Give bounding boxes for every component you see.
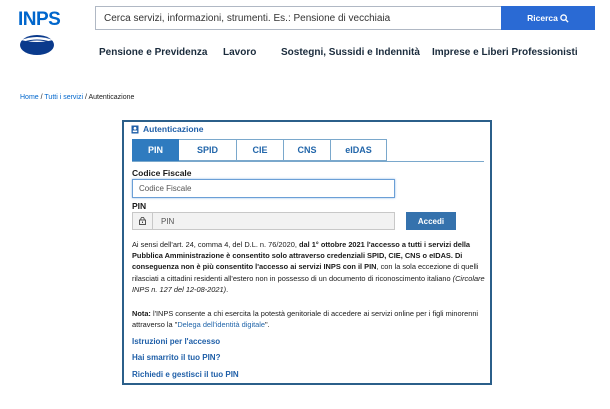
tab-pin[interactable]: PIN	[132, 139, 179, 161]
main-nav: Pensione e Previdenza Lavoro Sostegni, S…	[0, 47, 610, 61]
auth-panel: Autenticazione PIN SPID CIE CNS eIDAS Co…	[122, 120, 492, 385]
pin-icon-box	[132, 212, 152, 230]
search-button[interactable]: Ricerca	[501, 6, 595, 30]
smarrito-pin-link[interactable]: Hai smarrito il tuo PIN?	[132, 353, 220, 362]
note-end: ".	[265, 320, 270, 330]
nav-item-lavoro[interactable]: Lavoro	[223, 47, 256, 58]
logo-text: INPS	[18, 9, 61, 30]
note-paragraph: Nota: l'INPS consente a chi esercita la …	[132, 308, 486, 330]
search-bar: Ricerca	[95, 6, 595, 30]
breadcrumb: Home / Tutti i servizi / Autenticazione	[20, 94, 134, 101]
lock-icon	[139, 217, 146, 225]
tab-cie[interactable]: CIE	[237, 139, 284, 161]
tabs-divider	[132, 161, 484, 162]
nav-item-pensione[interactable]: Pensione e Previdenza	[99, 47, 207, 58]
nav-item-sostegni[interactable]: Sostegni, Sussidi e Indennità	[281, 47, 420, 58]
auth-tabs: PIN SPID CIE CNS eIDAS	[132, 139, 387, 161]
tab-cns[interactable]: CNS	[284, 139, 331, 161]
richiedi-pin-link[interactable]: Richiedi e gestisci il tuo PIN	[132, 370, 239, 379]
note-label: Nota:	[132, 309, 151, 318]
delega-link[interactable]: Delega dell'identità digitale	[177, 320, 265, 329]
breadcrumb-current: Autenticazione	[88, 94, 135, 101]
notice-text: Ai sensi dell'art. 24, comma 4, del D.L.…	[132, 240, 299, 249]
tab-spid[interactable]: SPID	[179, 139, 237, 161]
tab-eidas[interactable]: eIDAS	[331, 139, 387, 161]
pin-field-group	[132, 212, 395, 230]
codice-fiscale-label: Codice Fiscale	[132, 168, 192, 178]
codice-fiscale-input[interactable]	[132, 179, 395, 198]
breadcrumb-all-services[interactable]: Tutti i servizi	[44, 94, 83, 101]
search-icon	[560, 13, 569, 23]
pin-input[interactable]	[152, 212, 395, 230]
notice-paragraph: Ai sensi dell'art. 24, comma 4, del D.L.…	[132, 239, 486, 295]
accedi-button[interactable]: Accedi	[406, 212, 456, 230]
auth-title: Autenticazione	[143, 124, 204, 134]
breadcrumb-home[interactable]: Home	[20, 94, 39, 101]
notice-end: .	[226, 284, 229, 294]
istruzioni-link[interactable]: Istruzioni per l'accesso	[132, 337, 220, 346]
nav-item-imprese[interactable]: Imprese e Liberi Professionisti	[432, 47, 578, 58]
search-button-label: Ricerca	[527, 13, 558, 23]
id-card-icon	[131, 125, 139, 133]
search-input[interactable]	[95, 6, 501, 30]
pin-label: PIN	[132, 201, 147, 211]
auth-panel-title: Autenticazione	[131, 124, 203, 134]
